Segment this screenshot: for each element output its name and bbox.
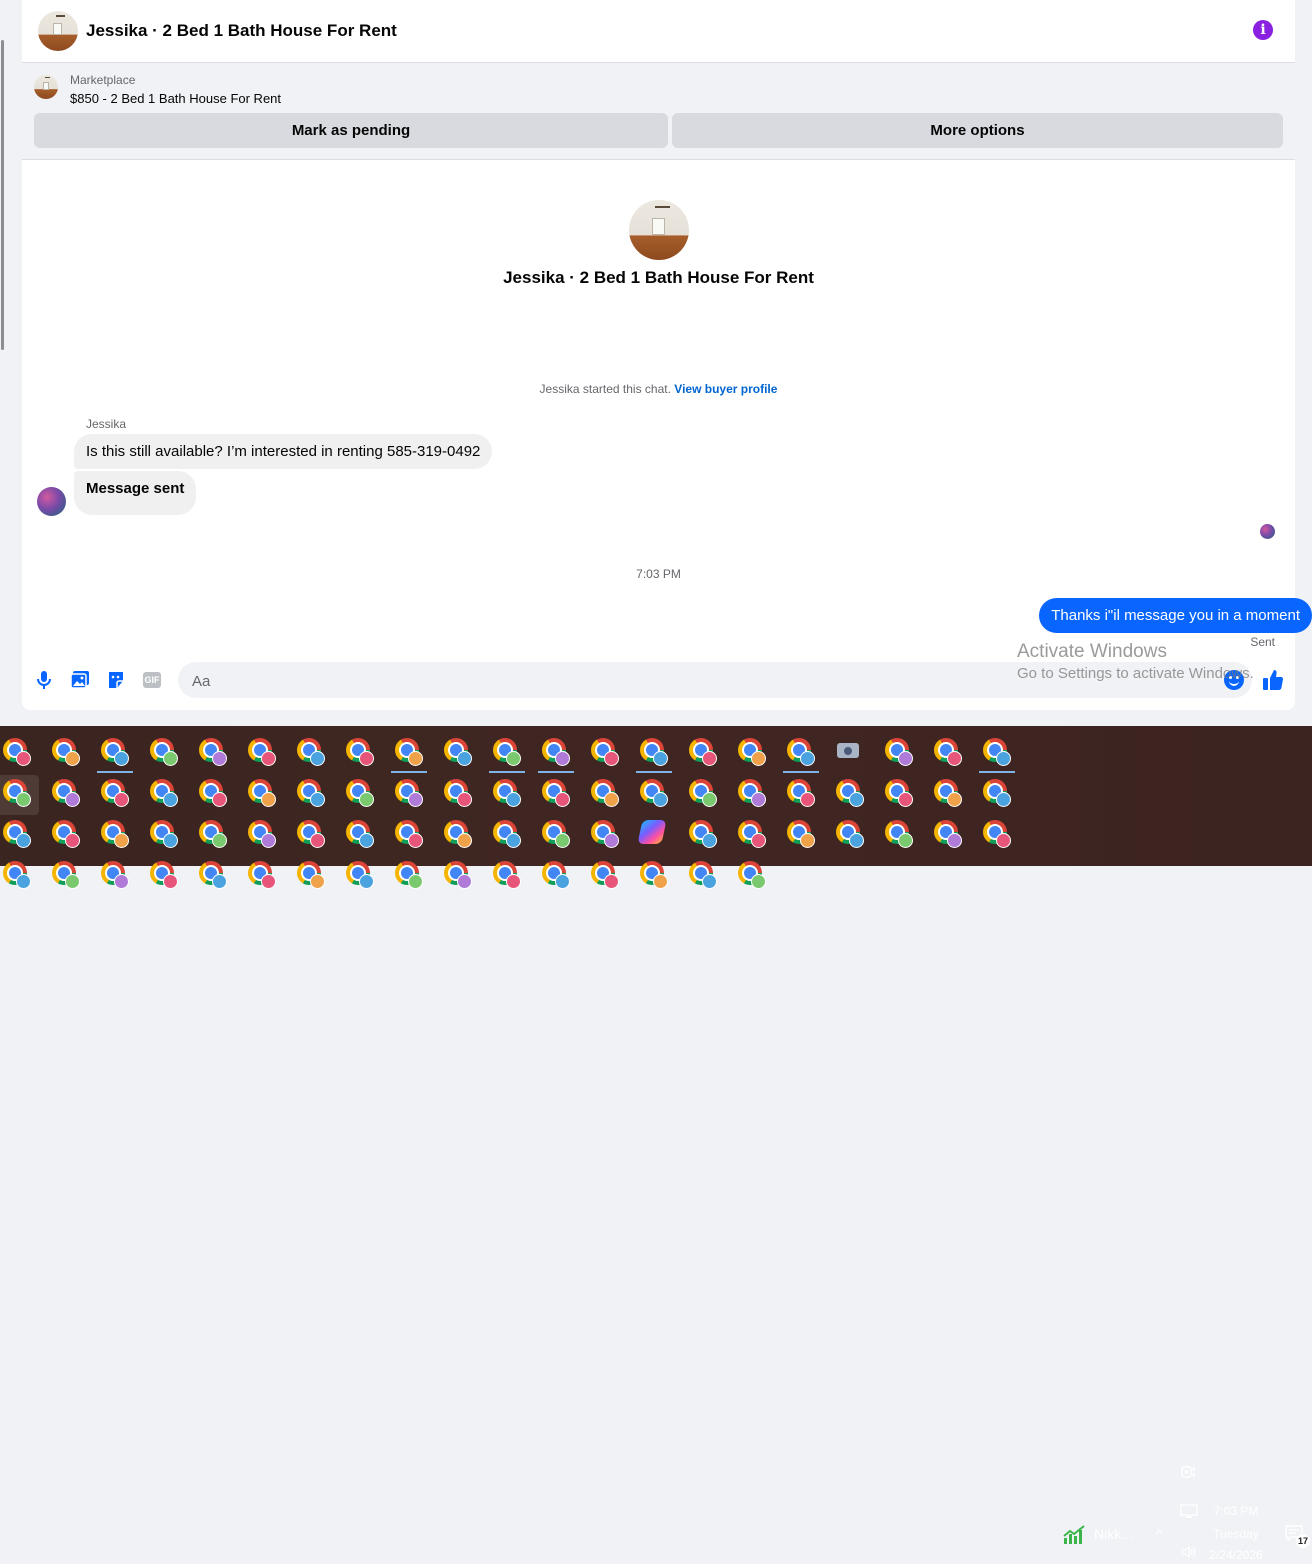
network-icon[interactable] (1180, 1504, 1198, 1524)
microphone-icon[interactable] (32, 668, 56, 692)
more-options-button[interactable]: More options (672, 113, 1283, 148)
info-icon[interactable]: i (1253, 20, 1273, 40)
meet-now-icon[interactable] (1181, 1464, 1195, 1484)
view-buyer-profile-link[interactable]: View buyer profile (674, 382, 777, 396)
conversation-title[interactable]: Jessika · 2 Bed 1 Bath House For Rent (86, 21, 397, 41)
message-input-container (178, 662, 1252, 700)
chat-panel: Jessika · 2 Bed 1 Bath House For Rent i … (22, 0, 1312, 710)
marketplace-label: Marketplace (70, 73, 136, 87)
marketplace-listing-thumbnail[interactable] (34, 75, 58, 99)
sender-avatar[interactable] (37, 487, 66, 516)
info-glyph: i (1260, 22, 1266, 38)
sticker-icon[interactable] (104, 668, 128, 692)
scrollbar-thumb[interactable] (1, 40, 4, 350)
marketplace-listing-title[interactable]: $850 - 2 Bed 1 Bath House For Rent (70, 91, 281, 106)
photo-icon[interactable] (68, 668, 92, 692)
clock-time[interactable]: 7:03 PM (1200, 1504, 1272, 1518)
read-receipt-avatar (1260, 524, 1275, 539)
gif-label: GIF (143, 672, 161, 688)
stock-widget-label[interactable]: Nikk... (1094, 1526, 1133, 1542)
gif-icon[interactable]: GIF (140, 668, 164, 692)
incoming-message[interactable]: Is this still available? I’m interested … (74, 434, 493, 469)
intro-avatar (629, 200, 689, 260)
incoming-message[interactable]: Message sent (74, 471, 197, 515)
volume-icon[interactable] (1180, 1544, 1198, 1564)
clock-date[interactable]: 2/24/2026 (1200, 1548, 1272, 1562)
intro-title: Jessika · 2 Bed 1 Bath House For Rent (503, 268, 814, 287)
message-timestamp: 7:03 PM (636, 567, 681, 581)
message-composer: GIF (22, 662, 1295, 700)
sender-name: Jessika (86, 417, 127, 431)
mark-as-pending-button[interactable]: Mark as pending (34, 113, 668, 148)
conversation-header: Jessika · 2 Bed 1 Bath House For Rent i (22, 0, 1295, 63)
marketplace-banner: Marketplace $850 - 2 Bed 1 Bath House Fo… (22, 63, 1295, 160)
outgoing-message[interactable]: Thanks i"il message you in a moment (1039, 598, 1312, 633)
page-scrollbar[interactable] (0, 0, 6, 726)
emoji-icon[interactable] (1224, 670, 1244, 690)
chat-started-notice: Jessika started this chat. View buyer pr… (22, 382, 1295, 396)
notification-count-badge: 17 (1296, 1534, 1310, 1548)
stock-widget-icon[interactable] (1062, 1524, 1088, 1549)
message-input[interactable] (190, 662, 1194, 700)
clock-day[interactable]: Tuesday (1200, 1527, 1272, 1541)
sent-status: Sent (1250, 635, 1275, 649)
chat-started-text: Jessika started this chat. (539, 382, 671, 396)
like-icon[interactable] (1261, 668, 1285, 692)
show-hidden-icons-chevron[interactable]: ^ (1156, 1526, 1163, 1542)
listing-avatar[interactable] (38, 11, 78, 51)
